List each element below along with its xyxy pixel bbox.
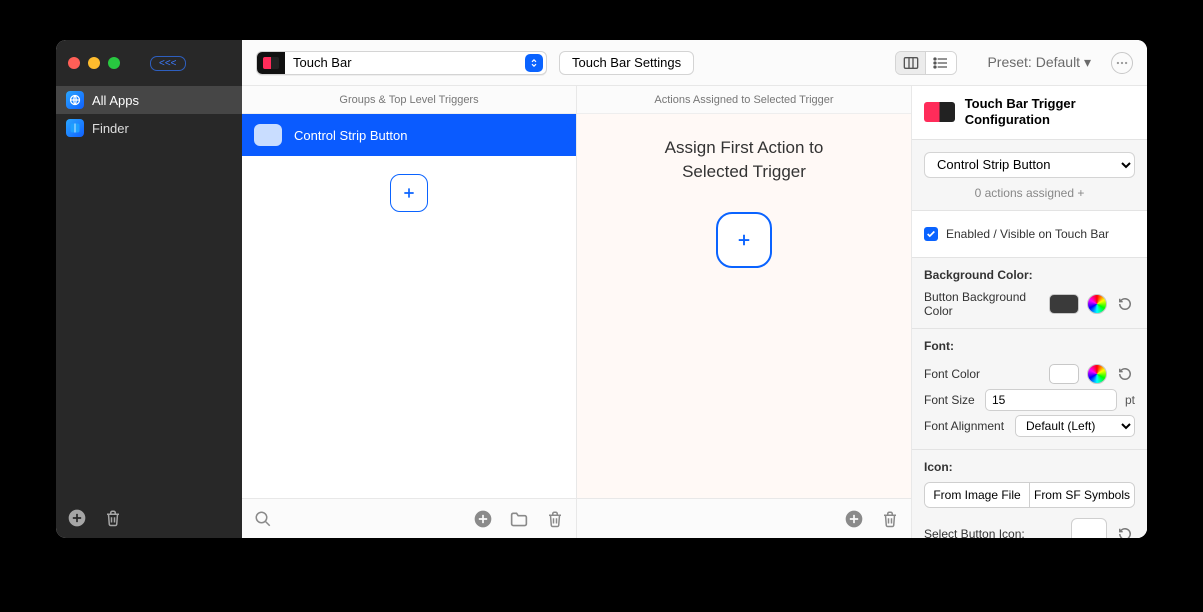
- app-window: <<< All Apps Finder: [56, 40, 1147, 538]
- back-button[interactable]: <<<: [150, 56, 186, 71]
- color-picker-button[interactable]: [1087, 364, 1107, 384]
- add-action-button[interactable]: [716, 212, 772, 268]
- trigger-row-label: Control Strip Button: [294, 128, 407, 143]
- folder-button[interactable]: [508, 508, 530, 530]
- inspector-header: Touch Bar Trigger Configuration: [912, 86, 1147, 140]
- chevron-up-down-icon: [525, 54, 543, 72]
- actions-assigned-label[interactable]: 0 actions assigned +: [912, 186, 1147, 200]
- add-button[interactable]: [472, 508, 494, 530]
- groups-column-body: Control Strip Button: [242, 114, 576, 498]
- assign-action-title: Assign First Action to Selected Trigger: [577, 136, 911, 184]
- reset-button[interactable]: [1115, 524, 1135, 539]
- add-trigger-button[interactable]: [390, 174, 428, 212]
- sidebar-item-finder[interactable]: Finder: [56, 114, 242, 142]
- sidebar: <<< All Apps Finder: [56, 40, 242, 538]
- icon-section: Icon: From Image File From SF Symbols Se…: [912, 449, 1147, 539]
- view-columns-button[interactable]: [896, 52, 926, 74]
- from-sf-symbols-button[interactable]: From SF Symbols: [1030, 483, 1134, 507]
- section-heading: Background Color:: [924, 268, 1135, 282]
- sidebar-item-label: All Apps: [92, 93, 139, 108]
- actions-column-body: Assign First Action to Selected Trigger: [577, 114, 911, 498]
- font-align-label: Font Alignment: [924, 419, 1007, 433]
- touchbar-icon: [257, 52, 285, 74]
- main-panel: Touch Bar Touch Bar Settings Preset: Def…: [242, 40, 1147, 538]
- window-zoom-button[interactable]: [108, 57, 120, 69]
- finder-icon: [66, 119, 84, 137]
- sidebar-item-label: Finder: [92, 121, 129, 136]
- add-app-button[interactable]: [66, 507, 88, 529]
- font-size-field[interactable]: [985, 389, 1117, 411]
- toolbar: Touch Bar Touch Bar Settings Preset: Def…: [242, 40, 1147, 86]
- sidebar-item-all-apps[interactable]: All Apps: [56, 86, 242, 114]
- bg-color-label: Button Background Color: [924, 290, 1041, 318]
- delete-button[interactable]: [544, 508, 566, 530]
- color-picker-button[interactable]: [1087, 294, 1107, 314]
- search-button[interactable]: [252, 508, 274, 530]
- window-minimize-button[interactable]: [88, 57, 100, 69]
- actions-column-footer: [577, 498, 911, 538]
- trigger-type-select[interactable]: Control Strip Button: [924, 152, 1135, 178]
- font-size-label: Font Size: [924, 393, 977, 407]
- trigger-thumbnail: [254, 124, 282, 146]
- font-color-label: Font Color: [924, 367, 1041, 381]
- sidebar-footer: [56, 498, 242, 538]
- sidebar-app-list: All Apps Finder: [56, 86, 242, 498]
- titlebar: <<<: [56, 40, 242, 86]
- groups-column-footer: [242, 498, 576, 538]
- view-mode-segmented: [895, 51, 957, 75]
- font-color-swatch[interactable]: [1049, 364, 1079, 384]
- touch-bar-settings-button[interactable]: Touch Bar Settings: [559, 51, 694, 75]
- select-icon-label: Select Button Icon:: [924, 527, 1063, 539]
- bg-color-swatch[interactable]: [1049, 294, 1079, 314]
- groups-column-header: Groups & Top Level Triggers: [242, 86, 576, 114]
- section-heading: Icon:: [924, 460, 1135, 474]
- trigger-row[interactable]: Control Strip Button: [242, 114, 576, 156]
- preset-dropdown[interactable]: Preset: Default ▾: [987, 54, 1091, 71]
- touchbar-icon: [924, 102, 955, 122]
- inspector-title: Touch Bar Trigger Configuration: [965, 96, 1135, 129]
- content-columns: Groups & Top Level Triggers Control Stri…: [242, 86, 1147, 538]
- font-size-unit: pt: [1125, 393, 1135, 407]
- checkbox-checked-icon[interactable]: [924, 227, 938, 241]
- actions-column-header: Actions Assigned to Selected Trigger: [577, 86, 911, 114]
- add-button[interactable]: [843, 508, 865, 530]
- enabled-row[interactable]: Enabled / Visible on Touch Bar: [924, 221, 1135, 247]
- reset-button[interactable]: [1115, 294, 1135, 314]
- inspector-column: Touch Bar Trigger Configuration Control …: [912, 86, 1147, 538]
- groups-column: Groups & Top Level Triggers Control Stri…: [242, 86, 577, 538]
- font-align-select[interactable]: Default (Left): [1015, 415, 1135, 437]
- delete-app-button[interactable]: [102, 507, 124, 529]
- window-close-button[interactable]: [68, 57, 80, 69]
- icon-source-segmented: From Image File From SF Symbols: [924, 482, 1135, 508]
- enabled-section: Enabled / Visible on Touch Bar: [912, 210, 1147, 257]
- view-list-button[interactable]: [926, 52, 956, 74]
- from-image-file-button[interactable]: From Image File: [925, 483, 1030, 507]
- actions-column: Actions Assigned to Selected Trigger Ass…: [577, 86, 912, 538]
- font-section: Font: Font Color Font Size pt: [912, 328, 1147, 449]
- icon-well[interactable]: [1071, 518, 1107, 539]
- background-section: Background Color: Button Background Colo…: [912, 257, 1147, 328]
- globe-icon: [66, 91, 84, 109]
- reset-button[interactable]: [1115, 364, 1135, 384]
- more-menu-button[interactable]: [1111, 52, 1133, 74]
- trigger-type-select-row: Control Strip Button: [924, 152, 1135, 178]
- trigger-category-select[interactable]: Touch Bar: [256, 51, 547, 75]
- enabled-label: Enabled / Visible on Touch Bar: [946, 227, 1109, 241]
- trigger-category-select-field[interactable]: Touch Bar: [285, 55, 525, 70]
- section-heading: Font:: [924, 339, 1135, 353]
- delete-button[interactable]: [879, 508, 901, 530]
